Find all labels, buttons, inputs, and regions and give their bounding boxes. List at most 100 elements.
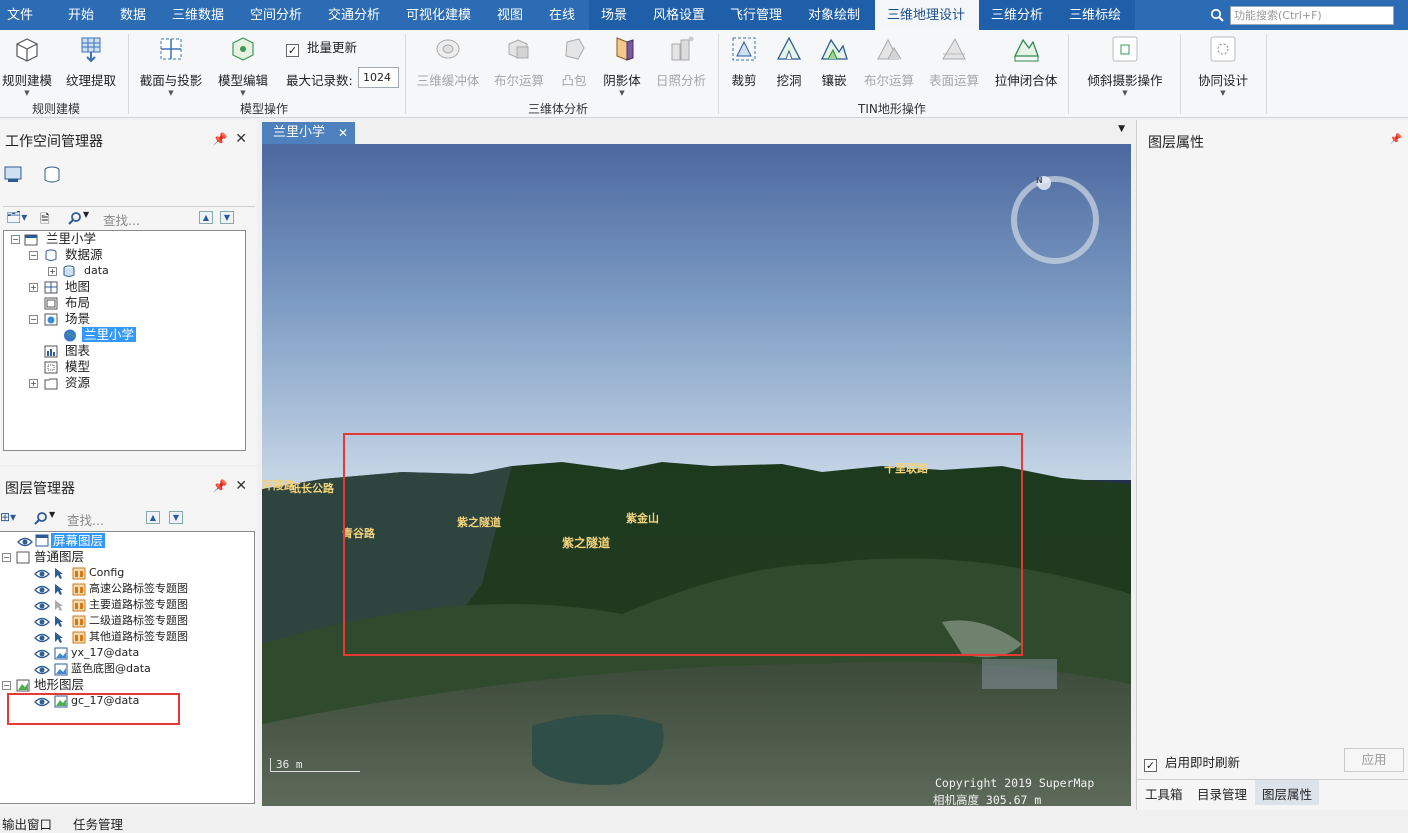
open-workspace-icon[interactable]: 🗂▾ <box>6 210 27 224</box>
tree-node-models[interactable]: 模型 <box>65 359 90 375</box>
compass-icon[interactable]: N <box>1036 176 1043 185</box>
menu-tab-vis-model[interactable]: 可视化建模 <box>406 0 471 30</box>
function-search-input[interactable]: 功能搜索(Ctrl+F) <box>1230 6 1394 25</box>
close-icon[interactable]: ✕ <box>235 478 247 494</box>
convex-hull-button[interactable]: 凸包 <box>557 32 591 98</box>
tree-node-resources[interactable]: 资源 <box>65 375 90 391</box>
layer-item[interactable]: 主要道路标签专题图 <box>89 597 188 613</box>
chevron-down-icon[interactable]: ▼ <box>1118 124 1125 134</box>
prev-match-button[interactable]: ▲ <box>146 511 160 524</box>
search-icon[interactable] <box>34 511 48 525</box>
search-icon[interactable] <box>68 211 82 225</box>
eye-icon[interactable] <box>34 633 50 643</box>
rule-model-button[interactable]: 规则建模 ▼ <box>0 32 54 98</box>
close-icon[interactable]: ✕ <box>235 131 247 147</box>
tab-layer-properties[interactable]: 图层属性 <box>1255 780 1320 805</box>
pin-icon[interactable]: 📌 <box>213 132 228 146</box>
eye-icon[interactable] <box>34 569 50 579</box>
scene-document-tab[interactable]: 兰里小学 ✕ <box>262 122 355 144</box>
menu-tab-file[interactable]: 文件 <box>7 0 33 30</box>
chevron-down-icon[interactable]: ▼ <box>83 210 89 219</box>
pin-icon[interactable]: 📌 <box>1390 134 1402 145</box>
extrude-closed-button[interactable]: 拉伸闭合体 <box>991 32 1061 98</box>
database-tab-icon[interactable] <box>42 166 62 184</box>
menu-tab-data[interactable]: 数据 <box>120 0 146 30</box>
expand-icon[interactable]: + <box>29 283 38 292</box>
collapse-icon[interactable]: − <box>2 553 11 562</box>
expand-icon[interactable]: + <box>29 379 38 388</box>
menu-tab-3d-data[interactable]: 三维数据 <box>172 0 224 30</box>
layer-item[interactable]: yx_17@data <box>71 645 139 661</box>
menu-tab-draw[interactable]: 对象绘制 <box>797 0 875 30</box>
tree-node-scene-selected[interactable]: 兰里小学 <box>82 327 137 342</box>
layer-item[interactable]: 其他道路标签专题图 <box>89 629 188 645</box>
solid-boolean-button[interactable]: 布尔运算 <box>490 32 548 98</box>
selectable-cursor-icon[interactable] <box>54 599 64 612</box>
collab-design-button[interactable]: 协同设计 ▼ <box>1192 32 1254 98</box>
layer-item[interactable]: Config <box>89 565 124 581</box>
collapse-icon[interactable]: − <box>29 251 38 260</box>
surface-operation-button[interactable]: 表面运算 <box>925 32 983 98</box>
search-icon[interactable] <box>1210 8 1224 22</box>
workspace-tab-icon[interactable] <box>4 166 24 184</box>
menu-tab-3d-geodesign[interactable]: 三维地理设计 <box>875 0 979 30</box>
selectable-cursor-icon[interactable] <box>54 583 64 596</box>
menu-tab-start[interactable]: 开始 <box>68 0 94 30</box>
close-icon[interactable]: ✕ <box>338 122 348 144</box>
eye-icon[interactable] <box>34 665 50 675</box>
layer-item[interactable]: 蓝色底图@data <box>71 661 151 677</box>
chevron-down-icon[interactable]: ▼ <box>49 510 55 519</box>
save-icon[interactable]: 🗎 <box>40 210 50 231</box>
tree-node-data[interactable]: data <box>84 263 109 279</box>
menu-tab-spatial[interactable]: 空间分析 <box>250 0 302 30</box>
tree-node-maps[interactable]: 地图 <box>65 279 90 295</box>
eye-icon[interactable] <box>34 585 50 595</box>
sunlight-analysis-button[interactable]: 日照分析 <box>652 32 710 98</box>
layer-screen[interactable]: 屏幕图层 <box>51 533 106 548</box>
tab-toolbox[interactable]: 工具箱 <box>1145 784 1183 803</box>
menu-tab-flight[interactable]: 飞行管理 <box>719 0 797 30</box>
oblique-photo-button[interactable]: 倾斜摄影操作 ▼ <box>1082 32 1168 98</box>
tree-node-datasources[interactable]: 数据源 <box>65 247 103 263</box>
eye-icon[interactable] <box>17 537 33 547</box>
tree-node-workspace[interactable]: 兰里小学 <box>46 231 96 247</box>
expand-icon[interactable]: + <box>48 267 57 276</box>
menu-tab-online[interactable]: 在线 <box>549 0 575 30</box>
layer-group-normal[interactable]: 普通图层 <box>34 549 84 565</box>
tree-node-charts[interactable]: 图表 <box>65 343 90 359</box>
prev-match-button[interactable]: ▲ <box>199 211 213 224</box>
collapse-icon[interactable]: − <box>11 235 20 244</box>
tree-node-scenes[interactable]: 场景 <box>65 311 90 327</box>
task-manager-tab[interactable]: 任务管理 <box>73 814 123 833</box>
selectable-cursor-icon[interactable] <box>54 615 64 628</box>
layer-group-terrain[interactable]: 地形图层 <box>34 677 84 693</box>
workspace-search-input[interactable]: 查找... <box>103 210 140 229</box>
menu-tab-style[interactable]: 风格设置 <box>641 0 719 30</box>
layer-search-input[interactable]: 查找... <box>67 510 104 529</box>
buffer3d-button[interactable]: 三维缓冲体 <box>413 32 483 98</box>
batch-update-checkbox[interactable]: ✓ 批量更新 <box>286 40 357 57</box>
next-match-button[interactable]: ▼ <box>220 211 234 224</box>
tin-dig-button[interactable]: 挖洞 <box>771 32 807 98</box>
shadow-volume-button[interactable]: 阴影体 ▼ <box>600 32 644 98</box>
instant-refresh-checkbox[interactable]: ✓ 启用即时刷新 <box>1144 752 1240 772</box>
pin-icon[interactable]: 📌 <box>213 479 228 493</box>
eye-icon[interactable] <box>34 601 50 611</box>
menu-tab-3d-analysis[interactable]: 三维分析 <box>979 0 1057 30</box>
selectable-cursor-icon[interactable] <box>54 631 64 644</box>
model-edit-button[interactable]: 模型编辑 ▼ <box>214 32 272 98</box>
layer-item[interactable]: 二级道路标签专题图 <box>89 613 188 629</box>
eye-icon[interactable] <box>34 649 50 659</box>
max-records-input[interactable]: 1024 <box>358 67 399 88</box>
output-window-tab[interactable]: 输出窗口 <box>2 814 52 833</box>
collapse-icon[interactable]: − <box>29 315 38 324</box>
tab-catalog[interactable]: 目录管理 <box>1197 784 1247 803</box>
texture-extract-button[interactable]: 纹理提取 <box>62 32 120 98</box>
tin-boolean-button[interactable]: 布尔运算 <box>861 32 917 98</box>
tin-inlay-button[interactable]: 镶嵌 <box>815 32 853 98</box>
section-projection-button[interactable]: 截面与投影 ▼ <box>136 32 206 98</box>
tin-clip-button[interactable]: 裁剪 <box>726 32 762 98</box>
selectable-cursor-icon[interactable] <box>54 567 64 580</box>
menu-tab-3d-plot[interactable]: 三维标绘 <box>1057 0 1135 30</box>
eye-icon[interactable] <box>34 617 50 627</box>
